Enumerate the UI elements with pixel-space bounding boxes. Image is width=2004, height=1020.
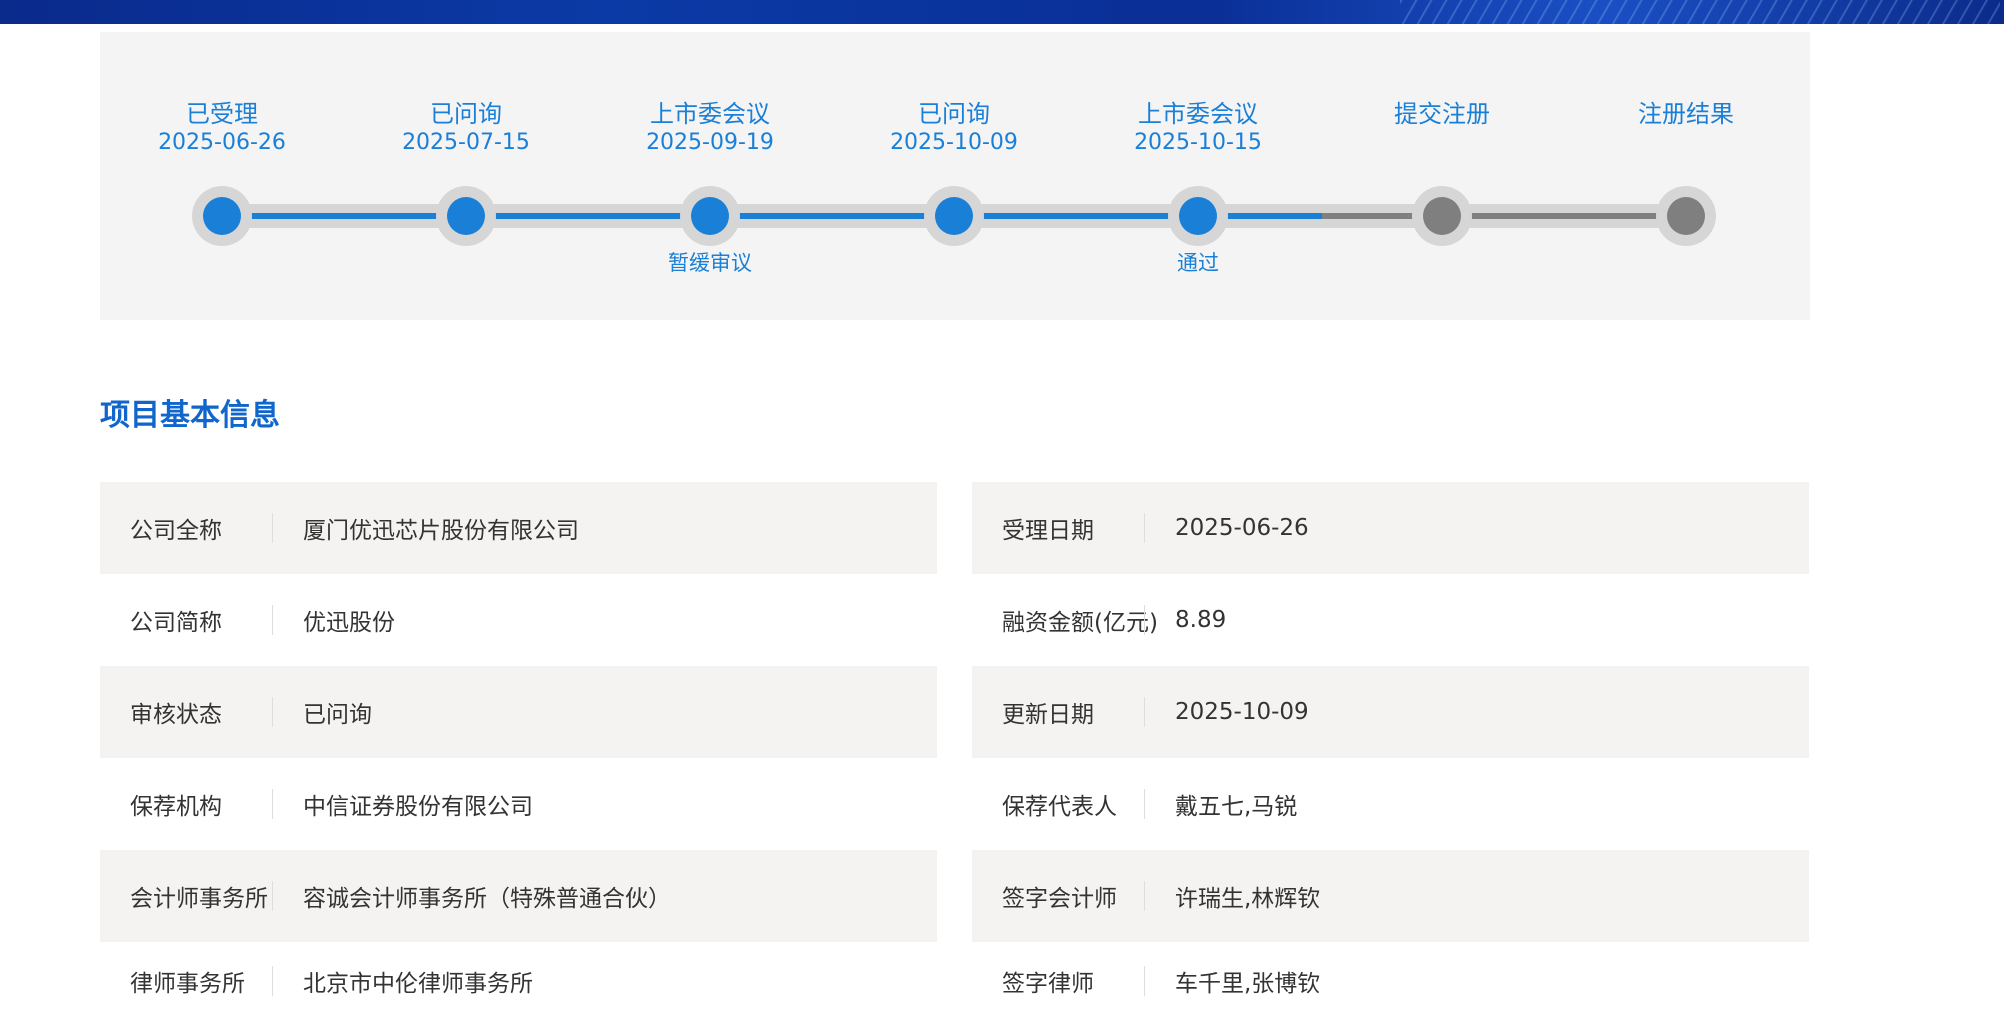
- step-date: 2025-07-15: [402, 130, 530, 155]
- info-label: 签字会计师: [1002, 886, 1117, 912]
- info-value: 容诚会计师事务所（特殊普通合伙）: [303, 886, 671, 912]
- info-row-sponsor: 保荐机构 中信证券股份有限公司: [100, 758, 937, 850]
- info-value: 已问询: [303, 702, 372, 728]
- step-node: [1656, 186, 1716, 246]
- info-row-accounting-firm: 会计师事务所 容诚会计师事务所（特殊普通合伙）: [100, 850, 937, 942]
- step-label: 提交注册: [1394, 100, 1490, 128]
- info-value: 车千里,张博钦: [1175, 971, 1321, 997]
- step-node: [1168, 186, 1228, 246]
- info-label: 保荐代表人: [1002, 794, 1117, 820]
- info-value: 中信证券股份有限公司: [303, 794, 533, 820]
- info-label: 律师事务所: [130, 971, 245, 997]
- info-value: 优迅股份: [303, 610, 395, 636]
- info-row-accept-date: 受理日期 2025-06-26: [972, 482, 1809, 574]
- info-value: 北京市中伦律师事务所: [303, 971, 533, 997]
- timeline-progress-pending: [1322, 213, 1688, 219]
- top-banner: [0, 0, 2004, 24]
- info-label: 审核状态: [130, 702, 222, 728]
- step-label: 已问询: [430, 100, 502, 128]
- step-node: [680, 186, 740, 246]
- info-value: 2025-06-26: [1175, 515, 1309, 541]
- info-row-update-date: 更新日期 2025-10-09: [972, 666, 1809, 758]
- step-date: 2025-10-15: [1134, 130, 1262, 155]
- info-row-law-firm: 律师事务所 北京市中伦律师事务所: [100, 942, 937, 1020]
- info-row-sponsor-representative: 保荐代表人 戴五七,马锐: [972, 758, 1809, 850]
- step-label: 已受理: [186, 100, 258, 128]
- info-label: 签字律师: [1002, 971, 1094, 997]
- info-value: 戴五七,马锐: [1175, 794, 1298, 820]
- info-value: 2025-10-09: [1175, 699, 1309, 725]
- section-title: 项目基本信息: [100, 398, 280, 433]
- info-label: 公司全称: [130, 518, 222, 544]
- info-label: 更新日期: [1002, 702, 1094, 728]
- info-label: 融资金额(亿元): [1002, 610, 1158, 636]
- step-label: 已问询: [918, 100, 990, 128]
- review-progress-timeline: 已受理 2025-06-26 已问询 2025-07-15 上市委会议 2025…: [100, 32, 1810, 320]
- step-node: [192, 186, 252, 246]
- info-row-company-full-name: 公司全称 厦门优迅芯片股份有限公司: [100, 482, 937, 574]
- info-label: 保荐机构: [130, 794, 222, 820]
- step-date: 2025-06-26: [158, 130, 286, 155]
- step-node: [436, 186, 496, 246]
- info-value: 8.89: [1175, 607, 1227, 633]
- info-row-company-short-name: 公司简称 优迅股份: [100, 574, 937, 666]
- step-node: [1412, 186, 1472, 246]
- info-row-review-status: 审核状态 已问询: [100, 666, 937, 758]
- step-label: 上市委会议: [1138, 100, 1258, 128]
- info-label: 公司简称: [130, 610, 222, 636]
- step-date: 2025-09-19: [646, 130, 774, 155]
- info-label: 会计师事务所: [130, 886, 268, 912]
- step-node: [924, 186, 984, 246]
- timeline-progress-done: [222, 213, 1322, 219]
- info-value: 厦门优迅芯片股份有限公司: [303, 518, 579, 544]
- step-label: 注册结果: [1638, 100, 1734, 128]
- info-row-signing-lawyer: 签字律师 车千里,张博钦: [972, 942, 1809, 1020]
- step-note: 通过: [1177, 251, 1219, 275]
- info-label: 受理日期: [1002, 518, 1094, 544]
- info-value: 许瑞生,林辉钦: [1175, 886, 1321, 912]
- step-date: 2025-10-09: [890, 130, 1018, 155]
- step-label: 上市委会议: [650, 100, 770, 128]
- step-note: 暂缓审议: [668, 251, 752, 275]
- info-row-financing-amount: 融资金额(亿元) 8.89: [972, 574, 1809, 666]
- info-row-signing-accountant: 签字会计师 许瑞生,林辉钦: [972, 850, 1809, 942]
